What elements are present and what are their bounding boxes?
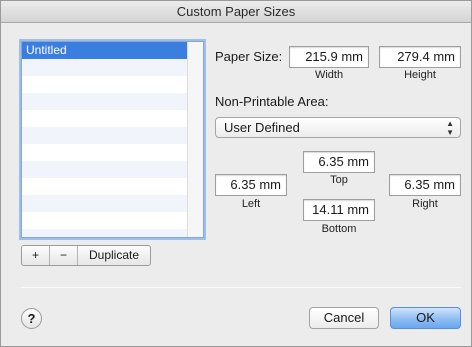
help-button[interactable]: ? (21, 308, 42, 329)
width-label: Width (314, 69, 344, 81)
list-empty-row (22, 178, 187, 195)
height-field[interactable]: 279.4 mm (379, 46, 461, 68)
right-label: Right (412, 198, 438, 210)
list-controls: + − Duplicate (21, 245, 151, 266)
top-label: Top (330, 174, 348, 186)
list-item[interactable]: Untitled (22, 42, 187, 59)
ok-button[interactable]: OK (390, 307, 461, 329)
footer-divider (21, 287, 461, 288)
list-scrollbar[interactable] (187, 42, 203, 237)
right-field[interactable]: 6.35 mm (389, 174, 461, 196)
list-empty-row (22, 76, 187, 93)
remove-button[interactable]: − (50, 246, 78, 265)
window-title: Custom Paper Sizes (1, 1, 471, 23)
left-field[interactable]: 6.35 mm (215, 174, 287, 196)
paper-size-list[interactable]: Untitled (21, 41, 204, 238)
custom-paper-sizes-dialog: Custom Paper Sizes Untitled + − Duplicat… (0, 0, 472, 347)
updown-arrows-icon: ▲ ▼ (446, 119, 454, 137)
bottom-label: Bottom (321, 223, 357, 235)
list-empty-row (22, 127, 187, 144)
list-empty-row (22, 93, 187, 110)
cancel-button[interactable]: Cancel (309, 307, 379, 329)
non-printable-area-label: Non-Printable Area: (215, 94, 329, 109)
duplicate-button[interactable]: Duplicate (78, 246, 150, 265)
list-empty-row (22, 161, 187, 178)
height-label: Height (404, 69, 436, 81)
list-empty-row (22, 229, 187, 237)
list-empty-row (22, 59, 187, 76)
paper-size-label: Paper Size: (215, 49, 283, 64)
list-empty-row (22, 144, 187, 161)
list-empty-row (22, 110, 187, 127)
paper-size-rows: Untitled (22, 42, 187, 237)
non-printable-area-selected: User Defined (224, 120, 300, 135)
list-empty-row (22, 212, 187, 229)
top-field[interactable]: 6.35 mm (303, 151, 375, 173)
add-button[interactable]: + (22, 246, 50, 265)
bottom-field[interactable]: 14.11 mm (303, 199, 375, 221)
list-empty-row (22, 195, 187, 212)
width-field[interactable]: 215.9 mm (289, 46, 369, 68)
non-printable-area-select[interactable]: User Defined ▲ ▼ (215, 117, 461, 138)
left-label: Left (241, 198, 261, 210)
